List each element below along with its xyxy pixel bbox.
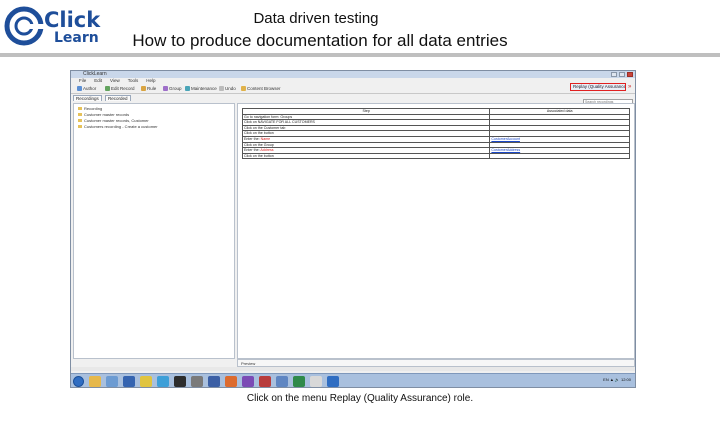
- tree-item[interactable]: Customer master records: [78, 112, 129, 117]
- table-row[interactable]: Click on the button: [241, 152, 630, 160]
- step-cell: Click on the button: [241, 152, 491, 160]
- outlook-icon[interactable]: [276, 376, 288, 387]
- associated-data-cell: [489, 152, 630, 160]
- toolbar-content-browser-button[interactable]: Content Browser: [241, 85, 281, 92]
- charts-icon[interactable]: [106, 376, 118, 387]
- toolbar-content-browser-label: Content Browser: [247, 86, 281, 91]
- logo-text-click: Click: [44, 8, 101, 32]
- toolbar-rule-label: Rule: [147, 86, 157, 91]
- tab-recorded[interactable]: Recorded: [105, 95, 131, 101]
- folder-icon: [78, 125, 82, 129]
- content-browser-icon: [241, 86, 246, 92]
- clicklearn-logo: Click Learn: [4, 4, 100, 48]
- preview-label: Preview: [241, 361, 256, 366]
- logo-swirl-icon: [4, 6, 44, 46]
- ie-icon[interactable]: [327, 376, 339, 387]
- undo-icon: [219, 86, 224, 92]
- edit-record-icon: [105, 86, 110, 92]
- logo-text-learn: Learn: [54, 30, 99, 46]
- author-icon: [77, 86, 82, 92]
- folder-icon: [78, 107, 82, 111]
- steps-pane: Step Associated data Go to navigation fo…: [237, 103, 635, 359]
- visual-studio-icon[interactable]: [242, 376, 254, 387]
- taskbar: EN ▲ 🔈 12:00: [71, 373, 635, 387]
- toolbar-undo-label: Undo: [225, 86, 236, 91]
- close-button[interactable]: [627, 72, 633, 77]
- toolbar-edit-record-label: Edit Record: [111, 86, 135, 91]
- slide-caption: Click on the menu Replay (Quality Assura…: [246, 393, 474, 404]
- terminal-icon[interactable]: [174, 376, 186, 387]
- tree-item-label: Customers recording - Create a customer: [84, 124, 158, 129]
- tab-strip: Recordings Recorded: [71, 95, 635, 101]
- start-button[interactable]: [73, 376, 84, 387]
- tree-item-label: Customer master records: [84, 112, 130, 117]
- tree-item-label: Customer master records, Customer: [84, 118, 149, 123]
- toolbar-undo-button[interactable]: Undo: [219, 85, 236, 92]
- header-divider: [0, 53, 720, 57]
- toolbar-edit-record-button[interactable]: Edit Record: [105, 85, 135, 92]
- preview-pane: Preview: [237, 359, 635, 367]
- field-name-highlight: Address: [260, 148, 274, 153]
- browser-icon[interactable]: [157, 376, 169, 387]
- steps-table: Step Associated data Go to navigation fo…: [241, 108, 630, 160]
- toolbar-overflow-icon[interactable]: »: [628, 84, 631, 90]
- onenote-icon[interactable]: [259, 376, 271, 387]
- app-icon[interactable]: [310, 376, 322, 387]
- chrome-icon[interactable]: [140, 376, 152, 387]
- replay-qa-role-button[interactable]: Replay (Quality Assurance) role: [570, 83, 626, 91]
- field-name-highlight: Name: [260, 136, 271, 141]
- toolbar-maintenance-button[interactable]: Maintenance: [185, 85, 217, 92]
- taskbar-icons: [89, 376, 339, 387]
- explorer-icon[interactable]: [89, 376, 101, 387]
- folder-icon: [78, 119, 82, 123]
- tree-item[interactable]: Customers recording - Create a customer: [78, 124, 158, 129]
- app-window-title: ClickLearn: [83, 71, 107, 77]
- firefox-icon[interactable]: [225, 376, 237, 387]
- maintenance-icon: [185, 86, 190, 92]
- toolbar-author-label: Author: [83, 86, 97, 91]
- recording-tree: Recording Customer master records Custom…: [73, 103, 235, 359]
- steps-table-body: Go to navigation form: Groups Click on NA…: [241, 113, 630, 160]
- toolbar-group-label: Group: [169, 86, 182, 91]
- paint-icon[interactable]: [191, 376, 203, 387]
- toolbar-maintenance-label: Maintenance: [191, 86, 217, 91]
- window-controls: [611, 72, 633, 77]
- status-bar: [71, 367, 635, 371]
- toolbar-group-button[interactable]: Group: [163, 85, 182, 92]
- slide-title: Data driven testing: [253, 10, 379, 27]
- app-screenshot: ClickLearn File Edit View Tools Help Aut…: [70, 70, 636, 388]
- tree-item-label: Recording: [84, 106, 103, 111]
- slide-subtitle: How to produce documentation for all dat…: [132, 31, 508, 50]
- excel-icon[interactable]: [293, 376, 305, 387]
- toolbar: Author Edit Record Rule Group Maintenanc…: [71, 84, 635, 94]
- word-icon[interactable]: [123, 376, 135, 387]
- system-tray: EN ▲ 🔈 12:00: [603, 377, 631, 382]
- group-icon: [163, 86, 168, 92]
- tree-item[interactable]: Recording: [78, 106, 102, 111]
- folder-icon: [78, 113, 82, 117]
- minimize-button[interactable]: [611, 72, 617, 77]
- office-icon[interactable]: [208, 376, 220, 387]
- rule-icon: [141, 86, 146, 92]
- maximize-button[interactable]: [619, 72, 625, 77]
- toolbar-author-button[interactable]: Author: [77, 85, 96, 92]
- app-titlebar: ClickLearn: [71, 71, 635, 78]
- toolbar-rule-button[interactable]: Rule: [141, 85, 156, 92]
- tab-recordings[interactable]: Recordings: [73, 95, 102, 101]
- tree-item[interactable]: Customer master records, Customer: [78, 118, 149, 123]
